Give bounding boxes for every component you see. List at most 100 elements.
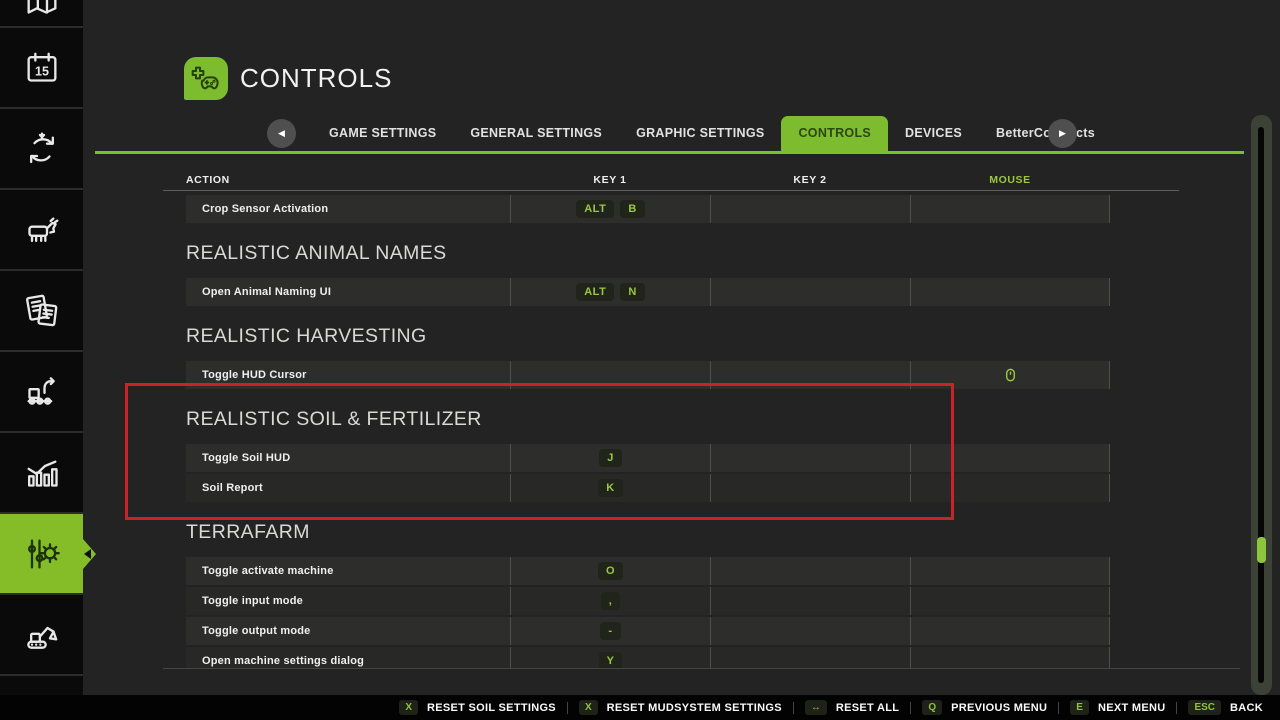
mouse-cell[interactable] (910, 361, 1110, 389)
table-row-toggle-output-mode[interactable]: Toggle output mode- (186, 617, 1110, 645)
mouse-cell[interactable] (910, 444, 1110, 472)
footer-item-reset-all[interactable]: ↔ RESET ALL (794, 700, 910, 715)
footer-label: NEXT MENU (1098, 702, 1165, 714)
calendar-icon: 15 (22, 48, 62, 88)
action-label: Crop Sensor Activation (186, 195, 510, 223)
tabs-next-button[interactable]: ▶ (1048, 119, 1077, 148)
table-row-toggle-soil-hud[interactable]: Toggle Soil HUD J (186, 444, 1110, 472)
key-badge: ESC (1188, 700, 1221, 715)
footer-item-reset-soil-settings[interactable]: X RESET SOIL SETTINGS (388, 700, 567, 715)
gamepad-icon (190, 63, 222, 95)
scrollbar-thumb[interactable] (1257, 537, 1266, 563)
tab-bar: GAME SETTINGSGENERAL SETTINGSGRAPHIC SET… (312, 116, 1112, 151)
mouse-cell[interactable] (910, 557, 1110, 585)
mouse-cell[interactable] (910, 647, 1110, 668)
key-badge: X (399, 700, 418, 715)
action-label: Soil Report (186, 474, 510, 502)
production-icon (22, 372, 62, 412)
content-bottom-divider (163, 668, 1240, 669)
action-label: Open Animal Naming UI (186, 278, 510, 306)
key-badge[interactable]: O (598, 562, 623, 580)
sidebar-item-construction[interactable] (0, 595, 83, 676)
key-badge[interactable]: Y (599, 652, 623, 668)
sidebar-item-settings[interactable] (0, 514, 83, 595)
scrollbar-track[interactable] (1258, 127, 1264, 683)
table-row-open-machine-settings-dialog[interactable]: Open machine settings dialogY (186, 647, 1110, 668)
sidebar-item-map[interactable] (0, 0, 83, 28)
sidebar-item-calendar[interactable]: 15 (0, 28, 83, 109)
tab-devices[interactable]: DEVICES (888, 116, 979, 151)
sidebar-item-animals[interactable] (0, 190, 83, 271)
key2-cell[interactable] (710, 278, 910, 306)
cow-icon (22, 210, 62, 250)
key2-cell[interactable] (710, 557, 910, 585)
key1-cell[interactable]: ALT N (510, 278, 710, 306)
key-badge[interactable]: ALT (576, 200, 614, 218)
footer-item-back[interactable]: ESCBACK (1177, 700, 1274, 715)
section-header-realistic-soil-fertilizer: REALISTIC SOIL & FERTILIZER (186, 407, 1110, 431)
key2-cell[interactable] (710, 195, 910, 223)
sidebar-item-production[interactable] (0, 352, 83, 433)
key2-cell[interactable] (710, 361, 910, 389)
footer-item-next-menu[interactable]: ENEXT MENU (1059, 700, 1176, 715)
excavator-icon (22, 615, 62, 655)
key-badge[interactable]: ALT (576, 283, 614, 301)
chevron-right-icon: ▶ (1059, 128, 1066, 139)
footer-label: RESET SOIL SETTINGS (427, 702, 556, 714)
footer-item-reset-mudsystem-settings[interactable]: XRESET MUDSYSTEM SETTINGS (568, 700, 793, 715)
table-row-open-animal-naming-ui[interactable]: Open Animal Naming UI ALT N (186, 278, 1110, 306)
sidebar-item-crop-rotation[interactable] (0, 109, 83, 190)
footer-bar: X RESET SOIL SETTINGS XRESET MUDSYSTEM SET… (0, 695, 1280, 720)
footer-item-previous-menu[interactable]: QPREVIOUS MENU (911, 700, 1058, 715)
key-badge[interactable]: J (599, 449, 622, 467)
tab-game-settings[interactable]: GAME SETTINGS (312, 116, 453, 151)
footer-label: RESET ALL (836, 702, 899, 714)
key-badge[interactable]: K (598, 479, 622, 497)
header-divider (163, 190, 1179, 191)
tabs-prev-button[interactable]: ◀ (267, 119, 296, 148)
key1-cell[interactable]: J (510, 444, 710, 472)
sidebar-item-contracts[interactable] (0, 271, 83, 352)
table-row-soil-report[interactable]: Soil Report K (186, 474, 1110, 502)
key1-cell[interactable]: K (510, 474, 710, 502)
key2-cell[interactable] (710, 647, 910, 668)
table-row-toggle-activate-machine[interactable]: Toggle activate machine O (186, 557, 1110, 585)
key1-cell[interactable]: , (510, 587, 710, 615)
mouse-cell[interactable] (910, 587, 1110, 615)
mouse-cell[interactable] (910, 474, 1110, 502)
table-row-crop-sensor-activation[interactable]: Crop Sensor Activation ALT B (186, 195, 1110, 223)
action-label: Toggle activate machine (186, 557, 510, 585)
key-badge[interactable]: N (620, 283, 644, 301)
tab-general-settings[interactable]: GENERAL SETTINGS (453, 116, 619, 151)
table-row-toggle-input-mode[interactable]: Toggle input mode, (186, 587, 1110, 615)
key2-cell[interactable] (710, 587, 910, 615)
key2-cell[interactable] (710, 444, 910, 472)
key-badge[interactable]: B (620, 200, 644, 218)
key-badge[interactable]: , (601, 592, 621, 610)
key1-cell[interactable]: O (510, 557, 710, 585)
key-badge: ↔ (805, 700, 827, 715)
sidebar: 15 (0, 0, 83, 695)
scrollbar[interactable] (1251, 115, 1272, 695)
section-header-terrafarm: TERRAFARM (186, 520, 1110, 544)
action-label: Toggle Soil HUD (186, 444, 510, 472)
svg-text:15: 15 (35, 64, 49, 78)
statistics-icon (22, 453, 62, 493)
key1-cell[interactable]: - (510, 617, 710, 645)
mouse-cell[interactable] (910, 195, 1110, 223)
mouse-cell[interactable] (910, 617, 1110, 645)
mouse-cell[interactable] (910, 278, 1110, 306)
tab-controls[interactable]: CONTROLS (781, 116, 888, 151)
key2-cell[interactable] (710, 617, 910, 645)
key2-cell[interactable] (710, 474, 910, 502)
key1-cell[interactable]: Y (510, 647, 710, 668)
tab-graphic-settings[interactable]: GRAPHIC SETTINGS (619, 116, 781, 151)
sidebar-item-statistics[interactable] (0, 433, 83, 514)
tab-bettercontracts[interactable]: BetterContracts (979, 116, 1112, 151)
table-row-toggle-hud-cursor[interactable]: Toggle HUD Cursor (186, 361, 1110, 389)
column-header-key1: KEY 1 (510, 174, 710, 186)
key1-cell[interactable]: ALT B (510, 195, 710, 223)
key-badge[interactable]: - (600, 622, 620, 640)
footer-label: RESET MUDSYSTEM SETTINGS (607, 702, 782, 714)
key1-cell[interactable] (510, 361, 710, 389)
